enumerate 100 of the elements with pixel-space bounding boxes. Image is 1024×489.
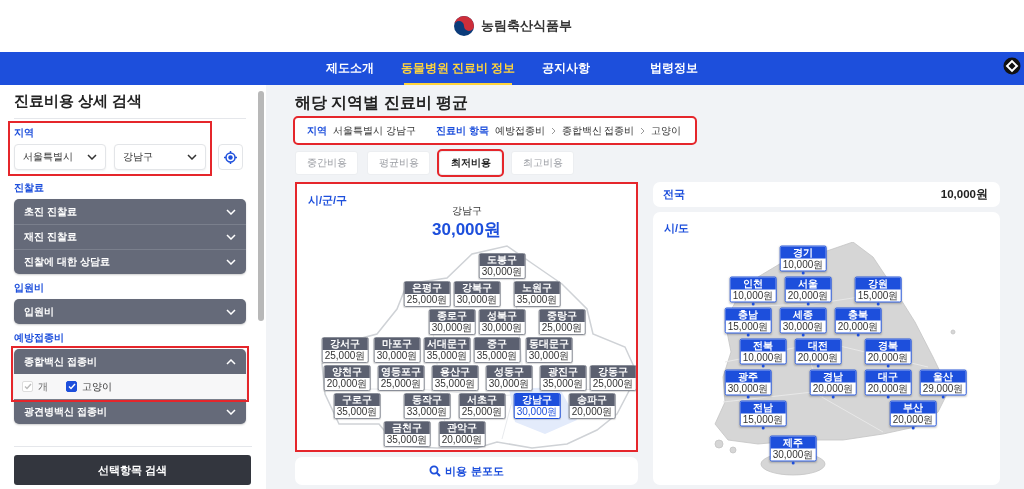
section-label: 예방접종비 xyxy=(14,331,64,345)
district-price: 35,000원 xyxy=(335,406,379,418)
district-name: 강동구 xyxy=(590,366,636,378)
province-name: 경기 xyxy=(780,246,826,259)
district-name: 동대문구 xyxy=(526,338,572,350)
location-dot-icon xyxy=(911,426,915,430)
district-price: 35,000원 xyxy=(425,350,469,362)
chevron-up-icon xyxy=(226,358,236,365)
location-dot-icon xyxy=(876,302,880,306)
district-price: 20,000원 xyxy=(570,406,614,418)
district-price: 35,000원 xyxy=(515,294,559,306)
district-price: 25,000원 xyxy=(405,294,449,306)
emblem-icon xyxy=(452,15,475,37)
location-dot-icon xyxy=(941,395,945,399)
search-icon xyxy=(429,465,442,477)
region-select[interactable]: 서울특별시 xyxy=(14,144,106,170)
cost-tab[interactable]: 최고비용 xyxy=(511,151,574,175)
accordion-header[interactable]: 광견병백신 접종비 xyxy=(14,399,246,424)
location-dot-icon xyxy=(856,333,860,337)
accordion-header[interactable]: 입원비 xyxy=(14,299,246,324)
province-name: 울산 xyxy=(920,370,966,383)
location-dot-icon xyxy=(761,426,765,430)
province-price: 20,000원 xyxy=(786,289,830,302)
district-price: 30,000원 xyxy=(515,406,559,418)
location-dot-icon xyxy=(801,333,805,337)
district-name: 성북구 xyxy=(479,310,525,322)
district-price: 35,000원 xyxy=(541,378,585,390)
province-name: 강원 xyxy=(855,277,901,290)
province-name: 제주 xyxy=(770,436,816,449)
province-name: 부산 xyxy=(890,401,936,414)
location-dot-icon xyxy=(801,271,805,275)
filter-value: 서울특별시 강남구 xyxy=(333,123,416,138)
diamond-icon[interactable] xyxy=(1003,57,1021,75)
cost-tab[interactable]: 최저비용 xyxy=(439,151,502,175)
chevron-down-icon xyxy=(226,259,236,265)
province-price: 10,000원 xyxy=(741,351,785,364)
panel-title: 진료비용 상세 검색 xyxy=(14,92,246,119)
option-label: 고양이 xyxy=(82,379,112,394)
district-name: 영등포구 xyxy=(378,366,424,378)
search-button[interactable]: 선택항목 검색 xyxy=(14,455,251,485)
district-name: 용산구 xyxy=(432,366,478,378)
checkbox[interactable] xyxy=(66,381,77,392)
chevron-down-icon xyxy=(87,154,97,160)
province-name: 충북 xyxy=(835,308,881,321)
nav-tab[interactable]: 법령정보 xyxy=(620,52,728,85)
province-name: 경북 xyxy=(865,339,911,352)
accordion-header[interactable]: 진찰에 대한 상담료 xyxy=(14,249,246,274)
distribution-button[interactable]: 비용 분포도 xyxy=(295,457,638,485)
location-dot-icon xyxy=(831,395,835,399)
district-name: 강북구 xyxy=(454,282,500,294)
province-price: 30,000원 xyxy=(771,448,815,461)
page-title: 해당 지역별 진료비 평균 xyxy=(295,93,470,113)
accordion-header[interactable]: 초진 진찰료 xyxy=(14,199,246,224)
card-title: 시/군/구 xyxy=(308,193,348,208)
district-price: 25,000원 xyxy=(379,378,423,390)
district-name: 중랑구 xyxy=(539,310,585,322)
scrollbar-thumb[interactable] xyxy=(258,91,264,321)
chevron-down-icon xyxy=(226,308,236,315)
district-name: 구로구 xyxy=(334,394,380,406)
filter-label: 진료비 항목 xyxy=(435,123,489,138)
district-name: 관악구 xyxy=(439,422,485,434)
province-name: 충남 xyxy=(725,308,771,321)
district-name: 강남구 xyxy=(514,394,560,406)
section-label: 지역 xyxy=(14,126,34,140)
province-price: 20,000원 xyxy=(891,413,935,426)
accordion-header[interactable]: 재진 진찰료 xyxy=(14,224,246,249)
location-dot-icon xyxy=(746,395,750,399)
district-price: 30,000원 xyxy=(375,350,419,362)
district-price: 20,000원 xyxy=(440,434,484,446)
ministry-name: 농림축산식품부 xyxy=(480,17,572,35)
province-name: 경남 xyxy=(810,370,856,383)
district-price: 25,000원 xyxy=(591,378,635,390)
district-name: 양천구 xyxy=(324,366,370,378)
chevron-down-icon xyxy=(187,154,197,160)
locate-button[interactable] xyxy=(218,144,243,170)
district-price: 35,000원 xyxy=(385,434,429,446)
district-price: 30,000원 xyxy=(455,294,499,306)
location-dot-icon xyxy=(746,333,750,337)
district-name: 노원구 xyxy=(514,282,560,294)
district-name: 성동구 xyxy=(486,366,532,378)
district-name: 강서구 xyxy=(322,338,368,350)
location-dot-icon xyxy=(761,364,765,368)
region-select[interactable]: 강남구 xyxy=(114,144,206,170)
district-price: 30,000원 xyxy=(480,322,524,334)
accordion-header[interactable]: 종합백신 접종비 xyxy=(14,349,246,374)
province-name: 대구 xyxy=(865,370,911,383)
province-price: 20,000원 xyxy=(836,320,880,333)
province-name: 인천 xyxy=(730,277,776,290)
cost-tab[interactable]: 평균비용 xyxy=(367,151,430,175)
district-price: 33,000원 xyxy=(405,406,449,418)
district-price: 25,000원 xyxy=(540,322,584,334)
chevron-down-icon xyxy=(226,234,236,240)
breadcrumb-item: 고양이 xyxy=(651,123,682,138)
district-name: 중구 xyxy=(474,338,520,350)
checkmark-icon xyxy=(23,383,32,390)
province-price: 20,000원 xyxy=(796,351,840,364)
province-name: 광주 xyxy=(725,370,771,383)
cost-tab[interactable]: 중간비용 xyxy=(295,151,358,175)
province-price: 10,000원 xyxy=(781,258,825,271)
district-name: 서대문구 xyxy=(424,338,470,350)
